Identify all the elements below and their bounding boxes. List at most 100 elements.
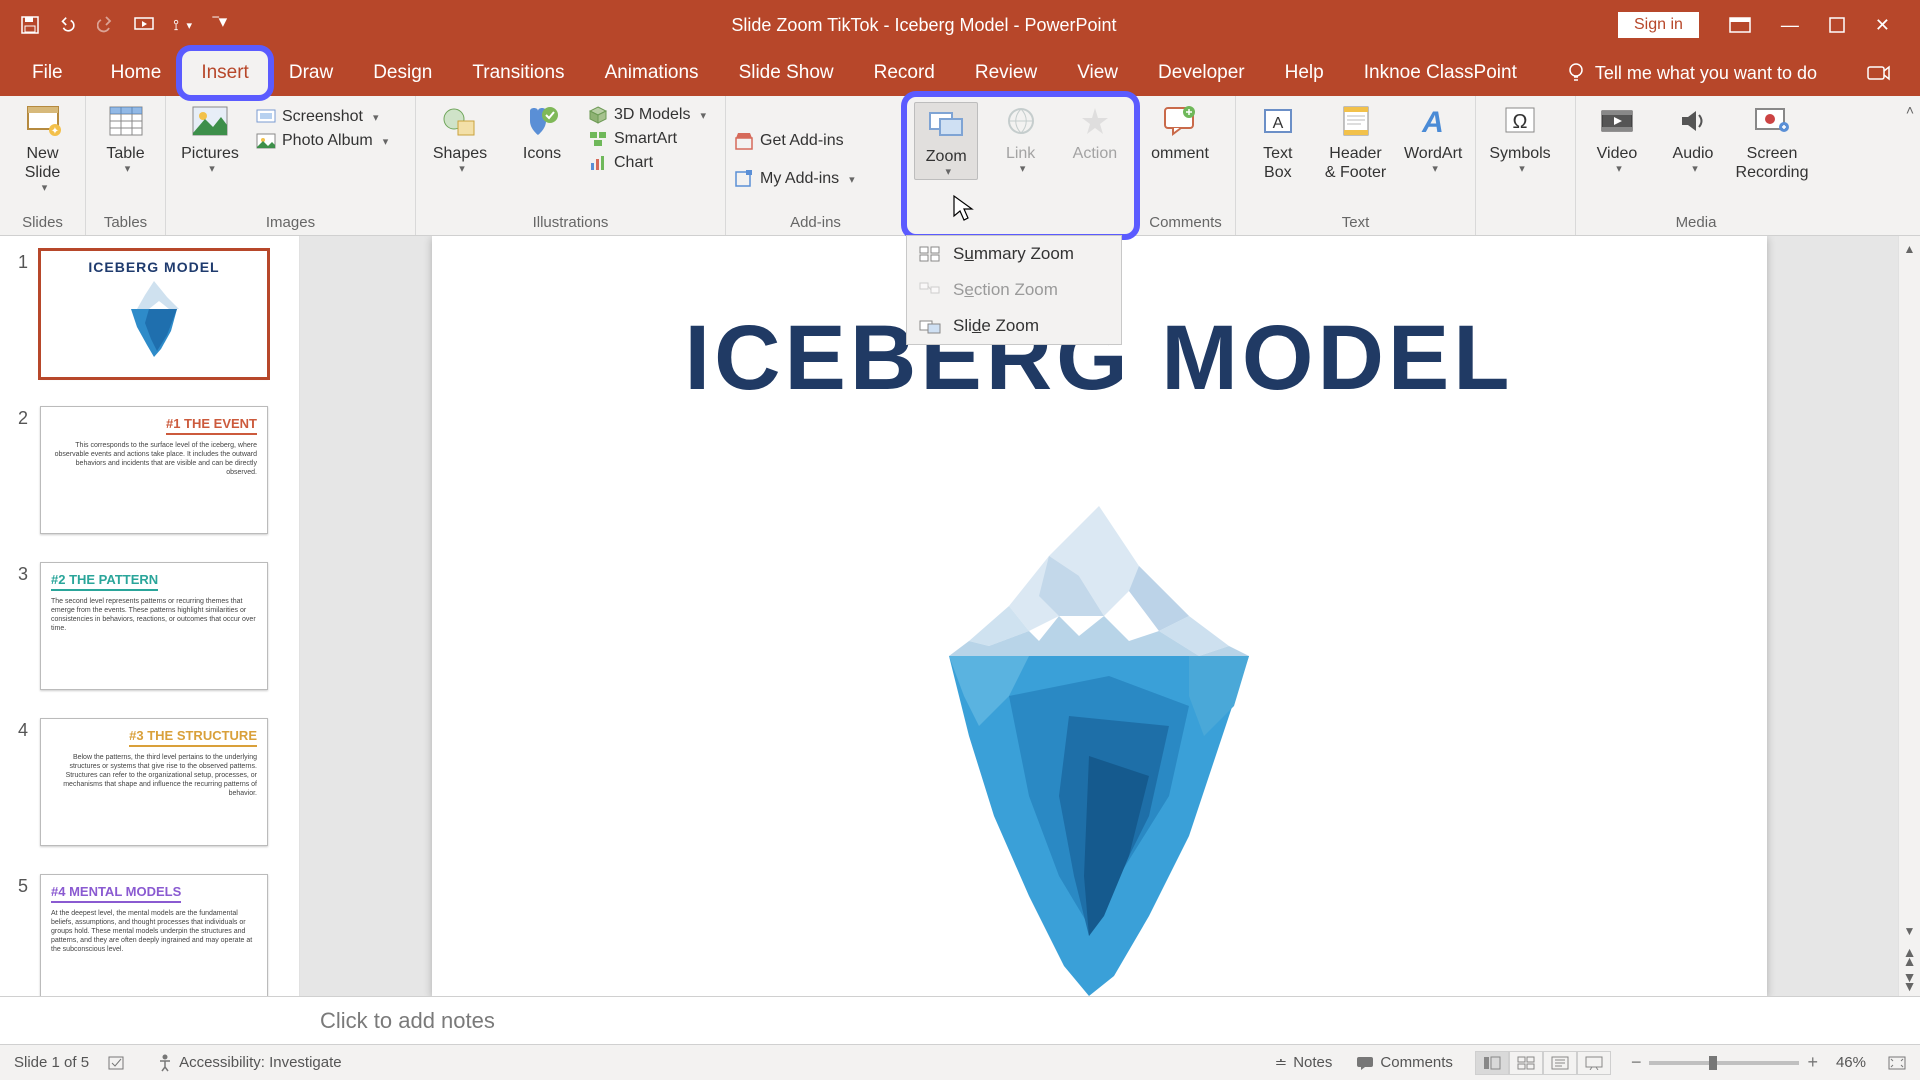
tell-me-search[interactable]: Tell me what you want to do (1567, 50, 1817, 96)
fit-to-window-icon[interactable] (1888, 1056, 1906, 1070)
slide-sorter-icon[interactable] (1509, 1051, 1543, 1075)
tab-animations[interactable]: Animations (585, 50, 719, 96)
slide-thumb-3[interactable]: #2 THE PATTERN The second level represen… (40, 562, 268, 690)
screenshot-button[interactable]: Screenshot▾ (256, 108, 388, 126)
symbols-button[interactable]: Ω Symbols▾ (1484, 102, 1556, 176)
normal-view-icon[interactable] (1475, 1051, 1509, 1075)
spellcheck-icon[interactable] (107, 1055, 127, 1071)
photo-album-icon (256, 132, 276, 150)
screen-recording-button[interactable]: Screen Recording (1736, 102, 1808, 182)
tab-home[interactable]: Home (91, 50, 182, 96)
redo-icon[interactable] (96, 15, 116, 35)
undo-icon[interactable] (58, 15, 78, 35)
comments-toggle[interactable]: Comments (1356, 1054, 1453, 1071)
new-slide-icon: ✦ (23, 102, 63, 140)
header-footer-icon (1336, 102, 1376, 140)
group-illustrations: Illustrations (424, 210, 717, 233)
header-footer-button[interactable]: Header & Footer (1322, 102, 1390, 182)
video-icon (1597, 102, 1637, 140)
ribbon-display-options-icon[interactable] (1729, 17, 1751, 33)
summary-zoom-item[interactable]: Summary Zoom (907, 236, 1121, 272)
collapse-ribbon-icon[interactable]: ˄ (1906, 102, 1914, 118)
zoom-in-icon[interactable]: + (1807, 1052, 1818, 1073)
shapes-icon (440, 102, 480, 140)
reading-view-icon[interactable] (1543, 1051, 1577, 1075)
slide-thumb-1[interactable]: ICEBERG MODEL (40, 250, 268, 378)
tab-transitions[interactable]: Transitions (452, 50, 584, 96)
zoom-dropdown: Summary Zoom Section Zoom Slide Zoom (906, 235, 1122, 345)
photo-album-button[interactable]: Photo Album▾ (256, 132, 388, 150)
close-icon[interactable]: ✕ (1875, 15, 1890, 36)
tab-help[interactable]: Help (1265, 50, 1344, 96)
slide-zoom-item[interactable]: Slide Zoom (907, 308, 1121, 344)
accessibility-status[interactable]: Accessibility: Investigate (157, 1054, 342, 1072)
icons-button[interactable]: Icons (506, 102, 578, 163)
pictures-button[interactable]: Pictures▾ (174, 102, 246, 176)
scroll-up-icon[interactable]: ▲ (1904, 242, 1916, 256)
vertical-scrollbar[interactable]: ▲ ▼ ▲▲ ▼▼ (1898, 236, 1920, 996)
touch-mode-icon[interactable]: ▾ (172, 15, 192, 35)
tab-design[interactable]: Design (353, 50, 452, 96)
svg-text:Ω: Ω (1513, 111, 1528, 133)
slide-thumb-2[interactable]: #1 THE EVENT This corresponds to the sur… (40, 406, 268, 534)
thumb-number: 1 (10, 250, 28, 273)
zoom-icon (926, 105, 966, 143)
zoom-slider[interactable] (1649, 1061, 1799, 1065)
wordart-button[interactable]: A WordArt▾ (1399, 102, 1467, 176)
video-button[interactable]: Video▾ (1584, 102, 1650, 176)
tab-insert[interactable]: Insert (181, 50, 269, 96)
textbox-button[interactable]: A Text Box (1244, 102, 1312, 182)
link-icon (1001, 102, 1041, 140)
svg-text:✦: ✦ (50, 126, 58, 137)
link-button[interactable]: Link▾ (988, 102, 1052, 176)
slide-thumb-5[interactable]: #4 MENTAL MODELS At the deepest level, t… (40, 874, 268, 996)
zoom-out-icon[interactable]: − (1631, 1052, 1642, 1073)
slide-thumb-4[interactable]: #3 THE STRUCTURE Below the patterns, the… (40, 718, 268, 846)
scroll-down-icon[interactable]: ▼ (1904, 924, 1916, 938)
tab-file[interactable]: File (12, 50, 91, 96)
tab-classpoint[interactable]: Inknoe ClassPoint (1344, 50, 1537, 96)
zoom-level[interactable]: 46% (1836, 1054, 1866, 1071)
tab-developer[interactable]: Developer (1138, 50, 1265, 96)
action-button[interactable]: Action (1063, 102, 1127, 163)
iceberg-image[interactable] (889, 496, 1309, 996)
minimize-icon[interactable]: ― (1781, 15, 1799, 36)
shapes-button[interactable]: Shapes▾ (424, 102, 496, 176)
signin-button[interactable]: Sign in (1618, 12, 1699, 38)
new-slide-button[interactable]: ✦ New Slide▾ (8, 102, 77, 196)
notes-toggle[interactable]: ≐Notes (1275, 1054, 1333, 1072)
slide-zoom-icon (919, 318, 941, 334)
prev-slide-icon[interactable]: ▲▲ (1903, 948, 1917, 965)
chart-button[interactable]: Chart (588, 154, 706, 172)
textbox-icon: A (1258, 102, 1298, 140)
save-icon[interactable] (20, 15, 40, 35)
slide-counter: Slide 1 of 5 (14, 1054, 89, 1071)
next-slide-icon[interactable]: ▼▼ (1903, 973, 1917, 990)
section-zoom-item: Section Zoom (907, 272, 1121, 308)
table-button[interactable]: Table▾ (94, 102, 157, 176)
smartart-icon (588, 130, 608, 148)
present-from-start-icon[interactable] (134, 15, 154, 35)
slideshow-view-icon[interactable] (1577, 1051, 1611, 1075)
slide-canvas[interactable]: ICEBERG MODEL (432, 236, 1767, 996)
notes-pane[interactable]: Click to add notes (0, 996, 1920, 1044)
audio-button[interactable]: Audio▾ (1660, 102, 1726, 176)
svg-text:A: A (1272, 115, 1283, 132)
get-addins-button[interactable]: Get Add-ins (734, 132, 855, 150)
zoom-button[interactable]: Zoom▾ (914, 102, 978, 180)
group-tables: Tables (94, 210, 157, 233)
tab-review[interactable]: Review (955, 50, 1057, 96)
tab-record[interactable]: Record (854, 50, 955, 96)
my-addins-button[interactable]: My Add-ins▾ (734, 170, 855, 188)
wordart-icon: A (1413, 102, 1453, 140)
svg-text:A: A (1421, 106, 1444, 136)
comment-button[interactable]: omment (1144, 102, 1216, 163)
share-button[interactable] (1866, 50, 1920, 96)
tab-view[interactable]: View (1057, 50, 1138, 96)
maximize-icon[interactable] (1829, 17, 1845, 33)
smartart-button[interactable]: SmartArt (588, 130, 706, 148)
3d-models-button[interactable]: 3D Models▾ (588, 106, 706, 124)
tab-slideshow[interactable]: Slide Show (719, 50, 854, 96)
qat-more-icon[interactable]: ‾▾ (210, 15, 230, 35)
tab-draw[interactable]: Draw (269, 50, 353, 96)
